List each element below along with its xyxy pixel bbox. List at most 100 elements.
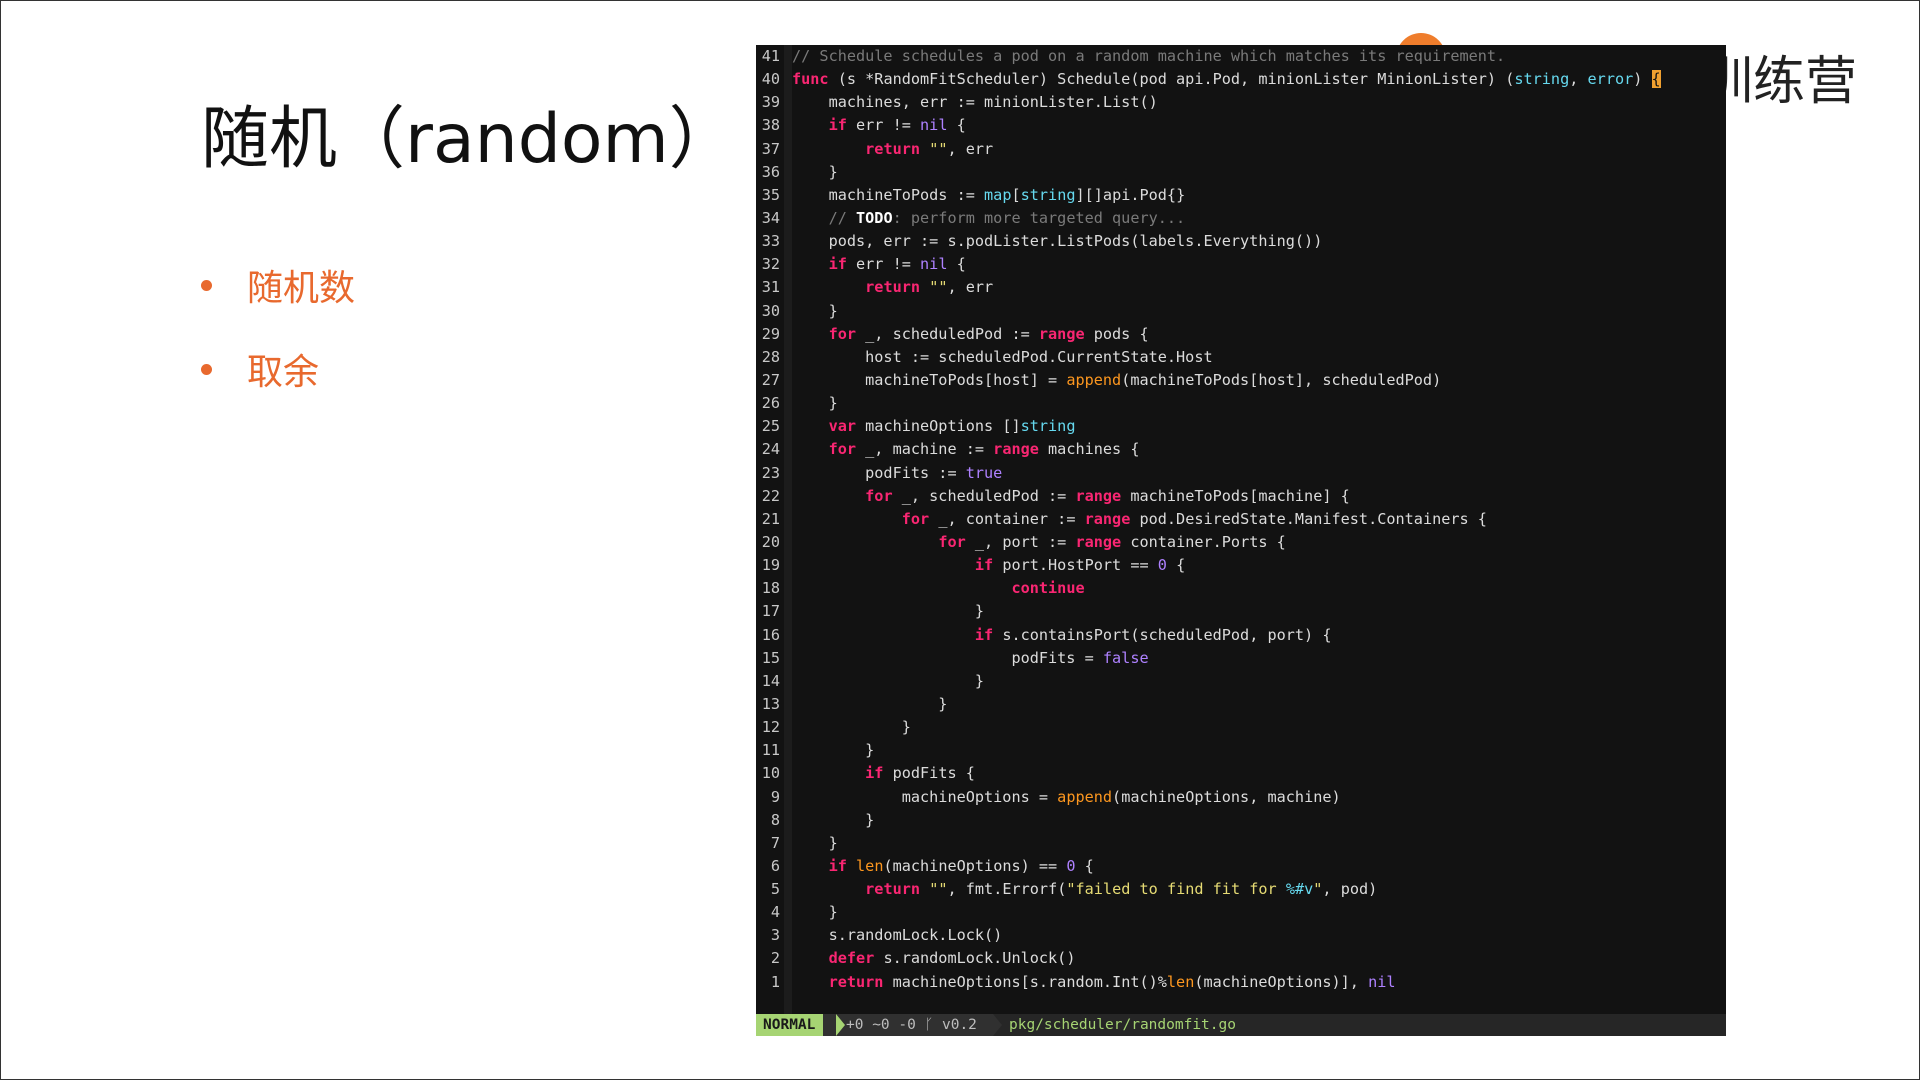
line-code: } [792, 716, 911, 739]
line-number: 11 [761, 741, 780, 760]
code-token: var [828, 417, 857, 436]
code-line: 14 } [756, 670, 1726, 693]
code-line: 15 podFits = false [756, 647, 1726, 670]
code-token: return [865, 880, 921, 899]
code-token: func [792, 70, 829, 89]
line-number: 32 [761, 255, 780, 274]
code-token: false [1102, 648, 1149, 667]
code-token: podFits { [883, 764, 975, 783]
code-token: : perform more targeted query... [892, 208, 1186, 227]
code-line: 19 if port.HostPort == 0 { [756, 554, 1726, 577]
code-token: } [792, 162, 838, 181]
line-code: if err != nil { [792, 114, 966, 137]
line-number: 15 [761, 648, 780, 667]
code-token: if [828, 116, 847, 135]
editor-statusbar: NORMAL +0 ~0 -0 ᚴ v0.2 pkg/scheduler/ran… [756, 1014, 1726, 1036]
code-token: _, port := [965, 532, 1076, 551]
code-token: { [1166, 556, 1186, 575]
line-number: 2 [770, 949, 780, 968]
code-line: 34 // TODO: perform more targeted query.… [756, 207, 1726, 230]
code-token: machineOptions[s.random.Int()% [883, 972, 1167, 991]
code-line: 7 } [756, 832, 1726, 855]
code-token: if [974, 625, 994, 644]
vim-mode-indicator: NORMAL [756, 1014, 824, 1036]
line-code: } [792, 809, 874, 832]
line-number: 16 [761, 625, 780, 644]
line-code: s.randomLock.Lock() [792, 924, 1003, 947]
code-token: nil [920, 116, 948, 135]
line-number: 9 [770, 787, 780, 806]
bullet-list: 随机数 取余 [201, 243, 355, 411]
line-code: return "", err [792, 138, 993, 161]
line-code: for _, machine := range machines { [792, 438, 1140, 461]
code-line: 4 } [756, 901, 1726, 924]
editor-end-line: 94 } [756, 991, 1726, 1034]
line-number: 36 [761, 162, 780, 181]
code-token: } [792, 833, 838, 852]
line-code: machineToPods[host] = append(machineToPo… [792, 369, 1441, 392]
code-token: machineOptions = [792, 787, 1058, 806]
code-token: port.HostPort == [993, 556, 1158, 575]
code-token: } [792, 718, 911, 737]
code-token: nil [920, 255, 948, 274]
code-token: (machineOptions) == [883, 856, 1067, 875]
line-code: for _, scheduledPod := range machineToPo… [792, 485, 1350, 508]
line-code: defer s.randomLock.Unlock() [792, 947, 1076, 970]
code-token: } [792, 394, 838, 413]
code-token: s.containsPort(scheduledPod, port) { [993, 625, 1332, 644]
code-token: range [993, 440, 1039, 459]
line-code: continue [792, 577, 1084, 600]
code-token: } [792, 741, 875, 760]
line-code: if err != nil { [792, 253, 966, 276]
code-line: 2 defer s.randomLock.Unlock() [756, 947, 1726, 970]
line-number: 7 [770, 833, 780, 852]
code-line: 3 s.randomLock.Lock() [756, 924, 1726, 947]
code-token: for [938, 532, 966, 551]
code-token: , [1569, 70, 1588, 89]
line-code: } [792, 693, 947, 716]
line-number: 5 [770, 880, 780, 899]
line-code: for _, scheduledPod := range pods { [792, 323, 1149, 346]
code-token: (s *RandomFitScheduler) Schedule(pod api… [828, 70, 1515, 89]
code-token: append [1066, 370, 1122, 389]
code-token: host := scheduledPod.CurrentState.Host [792, 347, 1213, 366]
code-token: string [1514, 70, 1570, 89]
line-code: return "", err [792, 276, 993, 299]
code-line: 33 pods, err := s.podLister.ListPods(lab… [756, 230, 1726, 253]
code-token: podFits = [792, 648, 1103, 667]
line-code: } [792, 161, 838, 184]
code-token: range [1075, 532, 1122, 551]
line-number: 14 [761, 671, 780, 690]
line-code: func (s *RandomFitScheduler) Schedule(po… [792, 68, 1661, 91]
code-token: append [1057, 787, 1113, 806]
code-token: { [1651, 70, 1661, 89]
code-line: 29 for _, scheduledPod := range pods { [756, 323, 1726, 346]
code-line: 40 func (s *RandomFitScheduler) Schedule(… [756, 68, 1726, 91]
code-token: , err [947, 278, 994, 297]
code-line: 18 continue [756, 577, 1726, 600]
line-code: } [792, 901, 838, 924]
code-token: return [828, 972, 884, 991]
file-path: pkg/scheduler/randomfit.go [993, 1014, 1726, 1036]
code-line: 16 if s.containsPort(scheduledPod, port)… [756, 624, 1726, 647]
line-code: } [792, 670, 984, 693]
line-number: 18 [761, 579, 780, 598]
bullet-item: 取余 [201, 327, 355, 411]
code-token: for [865, 486, 893, 505]
code-line: 13 } [756, 693, 1726, 716]
line-code: } [792, 392, 838, 415]
code-token: _, container := [929, 509, 1085, 528]
line-number: 17 [761, 602, 780, 621]
code-line: 5 return "", fmt.Errorf("failed to find … [756, 878, 1726, 901]
file-arrow-icon [993, 1014, 1002, 1036]
